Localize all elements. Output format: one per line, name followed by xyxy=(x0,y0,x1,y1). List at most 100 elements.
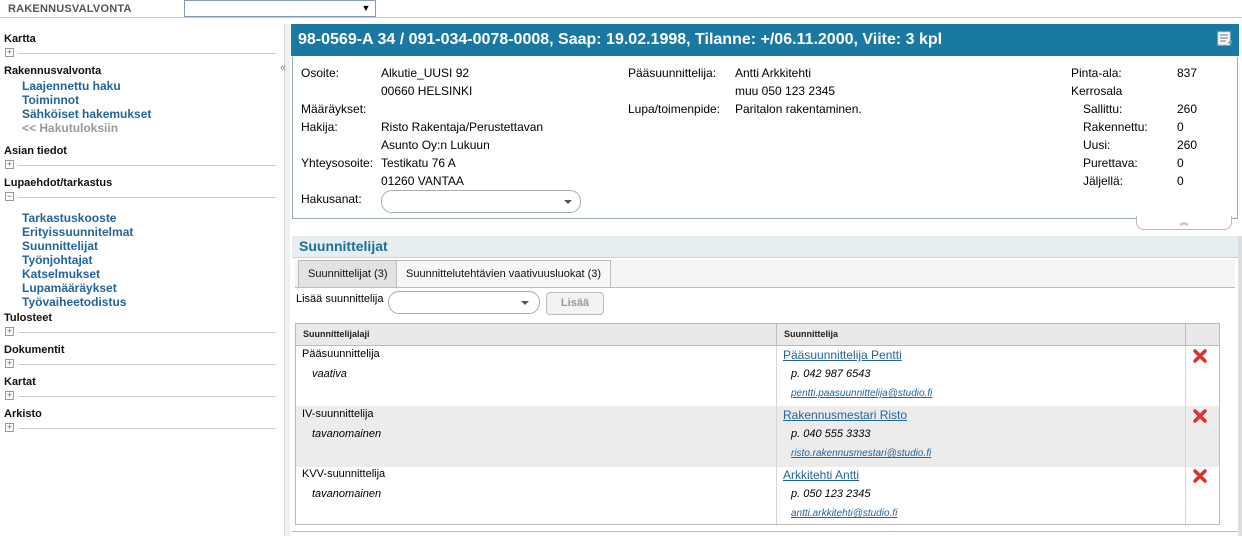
designer-level: tavanomainen xyxy=(312,428,382,440)
expand-icon[interactable]: + xyxy=(5,160,14,169)
divider xyxy=(18,428,276,429)
table-row: Pääsuunnittelija vaativa Pääsuunnittelij… xyxy=(296,346,1219,407)
designer-email-link[interactable]: risto.rakennusmestari@studio.fi xyxy=(791,448,931,459)
sidebar-link-lupamaaraykset[interactable]: Lupamääräykset xyxy=(22,281,276,295)
tab-bar: Suunnittelijat (3) Suunnittelutehtävien … xyxy=(295,260,1235,288)
sidebar-section-toggle[interactable]: + xyxy=(4,422,276,434)
add-button[interactable]: Lisää xyxy=(546,292,604,315)
hakija-label: Hakija: xyxy=(301,120,338,134)
chevron-down-icon xyxy=(521,301,529,305)
sidebar-section-toggle[interactable]: − xyxy=(4,191,276,203)
sidebar-section-title: Asian tiedot xyxy=(4,145,67,157)
paasuunnittelija-label: Pääsuunnittelija: xyxy=(628,66,717,80)
hakusanat-label: Hakusanat: xyxy=(301,192,362,206)
yhteysosoite-line-2: 01260 VANTAA xyxy=(381,174,464,188)
collapse-sidebar-icon[interactable]: « xyxy=(280,62,290,78)
add-designer-label: Lisää suunnittelija xyxy=(296,293,384,305)
table-header: Suunnittelijalaji Suunnittelija xyxy=(296,324,1219,346)
main-scrollbar[interactable] xyxy=(1238,236,1242,536)
designers-table: Suunnittelijalaji Suunnittelija Pääsuunn… xyxy=(295,323,1220,526)
case-info-panel: Osoite: Alkutie_UUSI 92 00660 HELSINKI M… xyxy=(292,57,1238,219)
designer-name-link[interactable]: Rakennusmestari Risto xyxy=(783,408,907,422)
sidebar-section-toggle[interactable]: + xyxy=(4,358,276,370)
expand-icon[interactable]: + xyxy=(5,48,14,57)
uusi-value: 260 xyxy=(1177,138,1198,152)
column-divider xyxy=(1185,346,1186,526)
designer-phone: p. 042 987 6543 xyxy=(791,368,871,380)
hakija-line-1: Risto Rakentaja/Perustettavan xyxy=(381,120,544,134)
delete-icon[interactable] xyxy=(1192,408,1208,424)
table-row: IV-suunnittelija tavanomainen Rakennusme… xyxy=(296,406,1219,467)
top-bar: RAKENNUSVALVONTA ▼ xyxy=(0,0,1242,18)
divider xyxy=(18,53,276,54)
case-header: 98-0569-A 34 / 091-034-0078-0008, Saap: … xyxy=(291,24,1239,56)
sidebar-link-erityissuunnitelmat[interactable]: Erityissuunnitelmat xyxy=(22,225,276,239)
delete-icon[interactable] xyxy=(1192,468,1208,484)
collapse-info-handle[interactable]: ︽ xyxy=(1136,216,1232,230)
divider xyxy=(18,165,276,166)
sidebar-section-title: Dokumentit xyxy=(4,344,65,356)
designer-email-link[interactable]: pentti.paasuunnittelija@studio.fi xyxy=(791,388,932,399)
sidebar-section-toggle[interactable]: + xyxy=(4,47,276,59)
collapse-icon[interactable]: − xyxy=(5,192,14,201)
sallittu-label: Sallittu: xyxy=(1083,102,1123,116)
jaljella-label: Jäljellä: xyxy=(1083,174,1124,188)
designer-type: IV-suunnittelija xyxy=(302,408,374,420)
sidebar-link-katselmukset[interactable]: Katselmukset xyxy=(22,267,276,281)
app-title: RAKENNUSVALVONTA xyxy=(8,3,132,15)
sidebar-section-toggle[interactable]: + xyxy=(4,326,276,338)
sidebar-link-hakutuloksiin[interactable]: << Hakutuloksiin xyxy=(22,121,276,135)
sidebar-section-rakennusvalvonta: Rakennusvalvonta Laajennettu haku Toimin… xyxy=(4,65,276,135)
add-designer-combo[interactable] xyxy=(388,291,540,314)
designer-name-link[interactable]: Pääsuunnittelija Pentti xyxy=(783,348,902,362)
delete-icon[interactable] xyxy=(1192,348,1208,364)
osoite-label: Osoite: xyxy=(301,66,340,80)
divider xyxy=(18,396,276,397)
sidebar-section-title: Tulosteet xyxy=(4,312,53,324)
sidebar-link-tarkastuskooste[interactable]: Tarkastuskooste xyxy=(22,211,276,225)
notes-icon[interactable] xyxy=(1217,31,1233,47)
sidebar-section-title: Kartta xyxy=(4,33,36,45)
section-title: Suunnittelijat xyxy=(299,238,388,254)
sidebar-section-title: Arkisto xyxy=(4,408,42,420)
purettava-value: 0 xyxy=(1177,156,1184,170)
column-divider xyxy=(776,346,777,526)
pinta-ala-value: 837 xyxy=(1177,66,1198,80)
column-header-type[interactable]: Suunnittelijalaji xyxy=(303,329,370,339)
purettava-label: Purettava: xyxy=(1083,156,1138,170)
sallittu-value: 260 xyxy=(1177,102,1198,116)
osoite-line-2: 00660 HELSINKI xyxy=(381,84,473,98)
sidebar-splitter[interactable] xyxy=(284,24,290,536)
sidebar-link-sahkoiset-hakemukset[interactable]: Sähköiset hakemukset xyxy=(22,107,276,121)
designer-level: tavanomainen xyxy=(312,488,382,500)
designer-name-link[interactable]: Arkkitehti Antti xyxy=(783,468,859,482)
tab-vaativuusluokat[interactable]: Suunnittelutehtävien vaativuusluokat (3) xyxy=(396,260,612,288)
sidebar-section-arkisto: Arkisto + xyxy=(4,408,276,434)
designer-type: KVV-suunnittelija xyxy=(302,468,386,480)
designer-phone: p. 040 555 3333 xyxy=(791,428,871,440)
sidebar-link-tyovaiheetodistus[interactable]: Työvaiheetodistus xyxy=(22,295,276,309)
tab-suunnittelijat[interactable]: Suunnittelijat (3) xyxy=(298,260,398,288)
chevron-down-icon: ▼ xyxy=(361,3,371,13)
designer-type: Pääsuunnittelija xyxy=(302,348,380,360)
sidebar-link-tyonjohtajat[interactable]: Työnjohtajat xyxy=(22,253,276,267)
sidebar-links: Laajennettu haku Toiminnot Sähköiset hak… xyxy=(22,79,276,135)
column-header-designer[interactable]: Suunnittelija xyxy=(784,329,838,339)
expand-icon[interactable]: + xyxy=(5,391,14,400)
sidebar-section-toggle[interactable]: + xyxy=(4,390,276,402)
expand-icon[interactable]: + xyxy=(5,327,14,336)
designer-email-link[interactable]: antti.arkkitehti@studio.fi xyxy=(791,508,897,519)
designer-phone: p. 050 123 2345 xyxy=(791,488,871,500)
sidebar-link-toiminnot[interactable]: Toiminnot xyxy=(22,93,276,107)
osoite-line-1: Alkutie_UUSI 92 xyxy=(381,66,470,80)
expand-icon[interactable]: + xyxy=(5,423,14,432)
divider xyxy=(18,364,276,365)
sidebar-link-suunnittelijat[interactable]: Suunnittelijat xyxy=(22,239,276,253)
hakusanat-combo[interactable] xyxy=(381,190,581,213)
sidebar-link-laajennettu-haku[interactable]: Laajennettu haku xyxy=(22,79,276,93)
sidebar-section-toggle[interactable]: + xyxy=(4,159,276,171)
lupa-value: Paritalon rakentaminen. xyxy=(735,102,862,116)
module-select[interactable]: ▼ xyxy=(184,0,376,17)
expand-icon[interactable]: + xyxy=(5,359,14,368)
pinta-ala-label: Pinta-ala: xyxy=(1071,66,1122,80)
